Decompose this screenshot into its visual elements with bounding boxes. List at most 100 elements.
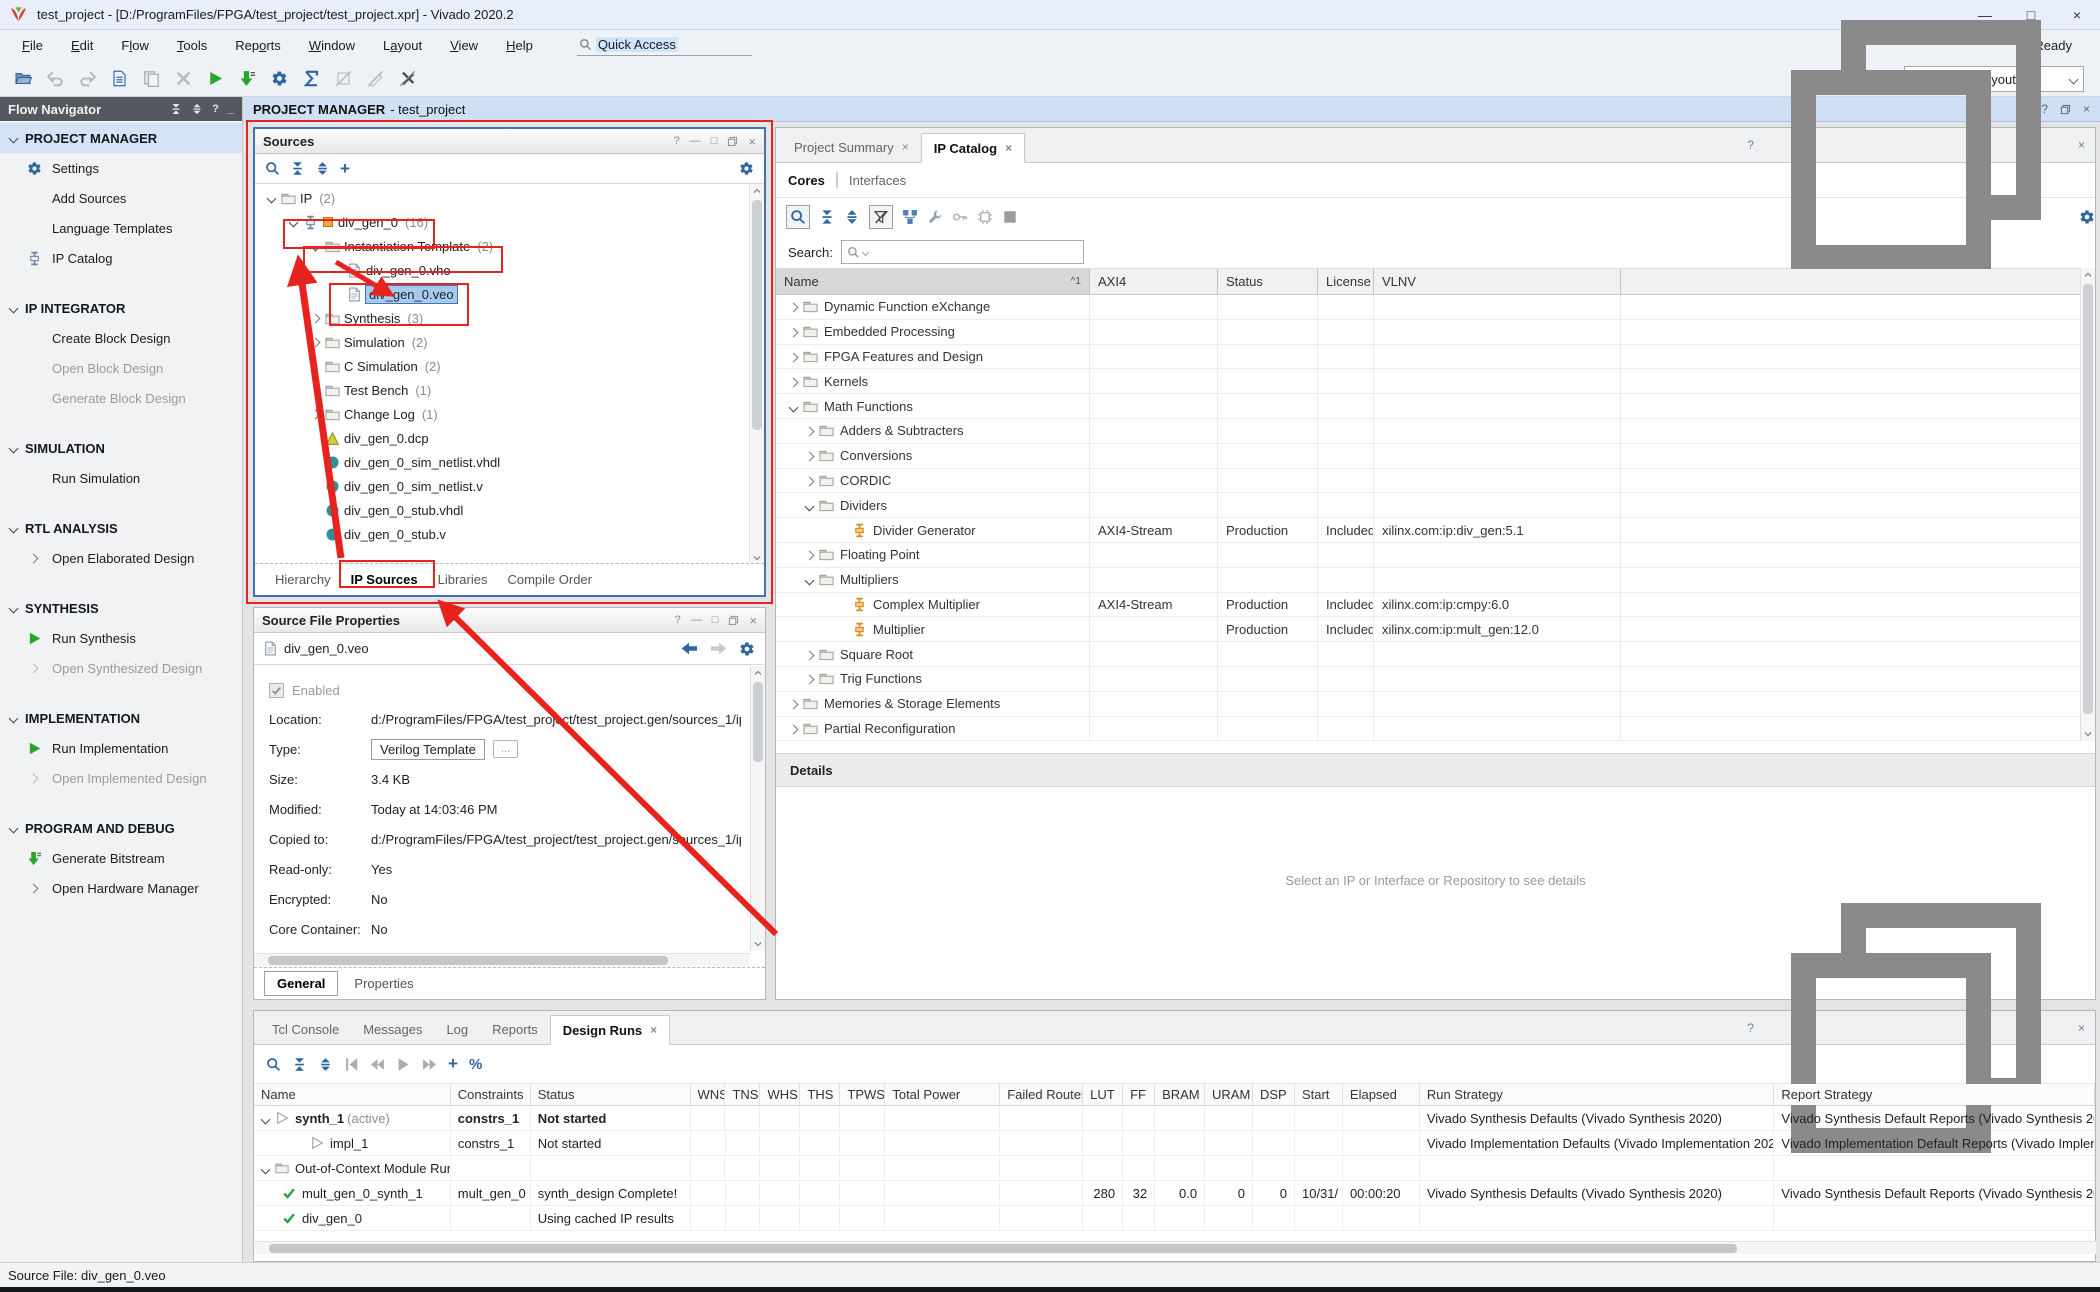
settings-gear-icon[interactable]: [2079, 209, 2095, 225]
tree-expand-toggle[interactable]: [790, 721, 797, 736]
tree-item-change-log[interactable]: Change Log(1): [255, 402, 749, 426]
next-icon[interactable]: [422, 1057, 437, 1072]
help-icon[interactable]: ?: [1747, 138, 1754, 152]
tree-item-div-gen-0-stub-v[interactable]: div_gen_0_stub.v: [255, 522, 749, 546]
catalog-row-partial-reconfiguration[interactable]: Partial Reconfiguration: [776, 717, 2095, 742]
menu-edit[interactable]: Edit: [57, 34, 107, 57]
tree-item-ip[interactable]: IP(2): [255, 186, 749, 210]
view-interfaces[interactable]: Interfaces: [849, 173, 906, 188]
minimize-icon[interactable]: —: [691, 614, 702, 626]
tree-expand-toggle[interactable]: [806, 498, 813, 513]
catalog-row-multipliers[interactable]: Multipliers: [776, 568, 2095, 593]
catalog-row-memories-storage-elements[interactable]: Memories & Storage Elements: [776, 692, 2095, 717]
undo-button[interactable]: [42, 66, 68, 92]
run-row-div-gen-0[interactable]: div_gen_0Using cached IP results: [254, 1206, 2095, 1231]
ellipsis-button[interactable]: ...: [493, 740, 518, 758]
tree-expand-toggle[interactable]: [262, 1111, 269, 1126]
tree-expand-toggle[interactable]: [790, 349, 797, 364]
sidebar-item-open-hardware-manager[interactable]: Open Hardware Manager: [0, 873, 242, 903]
previous-icon[interactable]: [370, 1057, 385, 1072]
catalog-row-cordic[interactable]: CORDIC: [776, 469, 2095, 494]
tree-expand-toggle[interactable]: [309, 339, 321, 346]
view-cores[interactable]: Cores: [788, 173, 825, 188]
tree-expand-toggle[interactable]: [806, 423, 813, 438]
help-icon[interactable]: ?: [212, 103, 219, 115]
catalog-row-dividers[interactable]: Dividers: [776, 493, 2095, 518]
tab-log[interactable]: Log: [434, 1014, 480, 1044]
column-header-report-strategy[interactable]: Report Strategy: [1774, 1084, 2095, 1105]
menu-layout[interactable]: Layout: [369, 34, 436, 57]
generate-bitstream-button[interactable]: [234, 66, 260, 92]
close-icon[interactable]: ×: [2078, 1021, 2085, 1035]
tree-expand-toggle[interactable]: [309, 387, 321, 394]
redo-button[interactable]: [74, 66, 100, 92]
tree-item-test-bench[interactable]: Test Bench(1): [255, 378, 749, 402]
percent-button[interactable]: %: [469, 1056, 482, 1073]
tree-expand-toggle[interactable]: [309, 243, 321, 250]
catalog-row-divider-generator[interactable]: Divider GeneratorAXI4-StreamProductionIn…: [776, 518, 2095, 543]
search-icon[interactable]: [266, 1057, 281, 1072]
settings-gear-button[interactable]: [266, 66, 292, 92]
tree-expand-toggle[interactable]: [806, 448, 813, 463]
catalog-row-adders-subtracters[interactable]: Adders & Subtracters: [776, 419, 2095, 444]
tab-libraries[interactable]: Libraries: [428, 568, 498, 591]
catalog-row-fpga-features-and-design[interactable]: FPGA Features and Design: [776, 345, 2095, 370]
menu-reports[interactable]: Reports: [221, 34, 295, 57]
maximize-icon[interactable]: □: [711, 135, 718, 147]
expand-all-icon[interactable]: [191, 103, 203, 115]
run-row-mult-gen-0-synth-1[interactable]: mult_gen_0_synth_1mult_gen_0synth_design…: [254, 1181, 2095, 1206]
help-icon[interactable]: ?: [674, 135, 680, 147]
close-icon[interactable]: ×: [902, 140, 909, 154]
catalog-vertical-scrollbar[interactable]: [2080, 268, 2095, 741]
save-report-button[interactable]: [106, 66, 132, 92]
tab-project-summary[interactable]: Project Summary×: [782, 132, 921, 162]
create-runs-button[interactable]: +: [448, 1054, 458, 1074]
float-icon[interactable]: [728, 615, 739, 626]
minimize-panel-icon[interactable]: _: [228, 103, 234, 115]
back-icon[interactable]: [681, 642, 698, 655]
column-header-name[interactable]: Name^1: [776, 269, 1090, 294]
tree-item-div-gen-0-sim-netlist-v[interactable]: div_gen_0_sim_netlist.v: [255, 474, 749, 498]
catalog-row-floating-point[interactable]: Floating Point: [776, 543, 2095, 568]
design-runs-horizontal-scrollbar[interactable]: [255, 1241, 2096, 1254]
tree-expand-toggle[interactable]: [806, 647, 813, 662]
tree-expand-toggle[interactable]: [309, 315, 321, 322]
tree-item-div-gen-0[interactable]: div_gen_0(16): [255, 210, 749, 234]
tree-item-simulation[interactable]: Simulation(2): [255, 330, 749, 354]
flow-section-ip-integrator[interactable]: IP INTEGRATOR: [0, 293, 242, 323]
tree-expand-toggle[interactable]: [806, 572, 813, 587]
column-header-tpws[interactable]: TPWS: [840, 1084, 885, 1105]
sidebar-item-open-elaborated-design[interactable]: Open Elaborated Design: [0, 543, 242, 573]
sidebar-item-ip-catalog[interactable]: IP Catalog: [0, 243, 242, 273]
tree-expand-toggle[interactable]: [309, 411, 321, 418]
column-header-run-strategy[interactable]: Run Strategy: [1420, 1084, 1775, 1105]
tool-disabled-b-button[interactable]: [362, 66, 388, 92]
column-header-failed-routes[interactable]: Failed Routes: [1000, 1084, 1083, 1105]
column-header-whs[interactable]: WHS: [760, 1084, 800, 1105]
column-header-ths[interactable]: THS: [800, 1084, 840, 1105]
tab-hierarchy[interactable]: Hierarchy: [265, 568, 341, 591]
add-ip-icon[interactable]: [902, 209, 918, 225]
column-header-ff[interactable]: FF: [1123, 1084, 1155, 1105]
ip-settings-icon[interactable]: [977, 209, 993, 225]
gear-icon[interactable]: [739, 641, 755, 657]
menu-flow[interactable]: Flow: [107, 34, 162, 57]
expand-all-icon[interactable]: [318, 1057, 333, 1072]
tree-item-instantiation-template[interactable]: Instantiation Template(2): [255, 234, 749, 258]
tab-ip-sources[interactable]: IP Sources: [341, 568, 428, 591]
close-icon[interactable]: ×: [749, 613, 757, 628]
tab-general[interactable]: General: [264, 971, 338, 996]
properties-vertical-scrollbar[interactable]: [750, 666, 765, 951]
run-button[interactable]: [202, 66, 228, 92]
sidebar-item-run-implementation[interactable]: Run Implementation: [0, 733, 242, 763]
tab-ip-catalog[interactable]: IP Catalog×: [921, 133, 1025, 163]
tree-item-synthesis[interactable]: Synthesis(3): [255, 306, 749, 330]
close-icon[interactable]: ×: [2078, 138, 2085, 152]
help-icon[interactable]: ?: [1747, 1021, 1754, 1035]
catalog-search-input[interactable]: [841, 240, 1084, 264]
sidebar-item-generate-bitstream[interactable]: Generate Bitstream: [0, 843, 242, 873]
tree-expand-toggle[interactable]: [806, 473, 813, 488]
column-header-license[interactable]: License: [1318, 269, 1374, 294]
column-header-axi4[interactable]: AXI4: [1090, 269, 1218, 294]
tree-expand-toggle[interactable]: [262, 1161, 269, 1176]
